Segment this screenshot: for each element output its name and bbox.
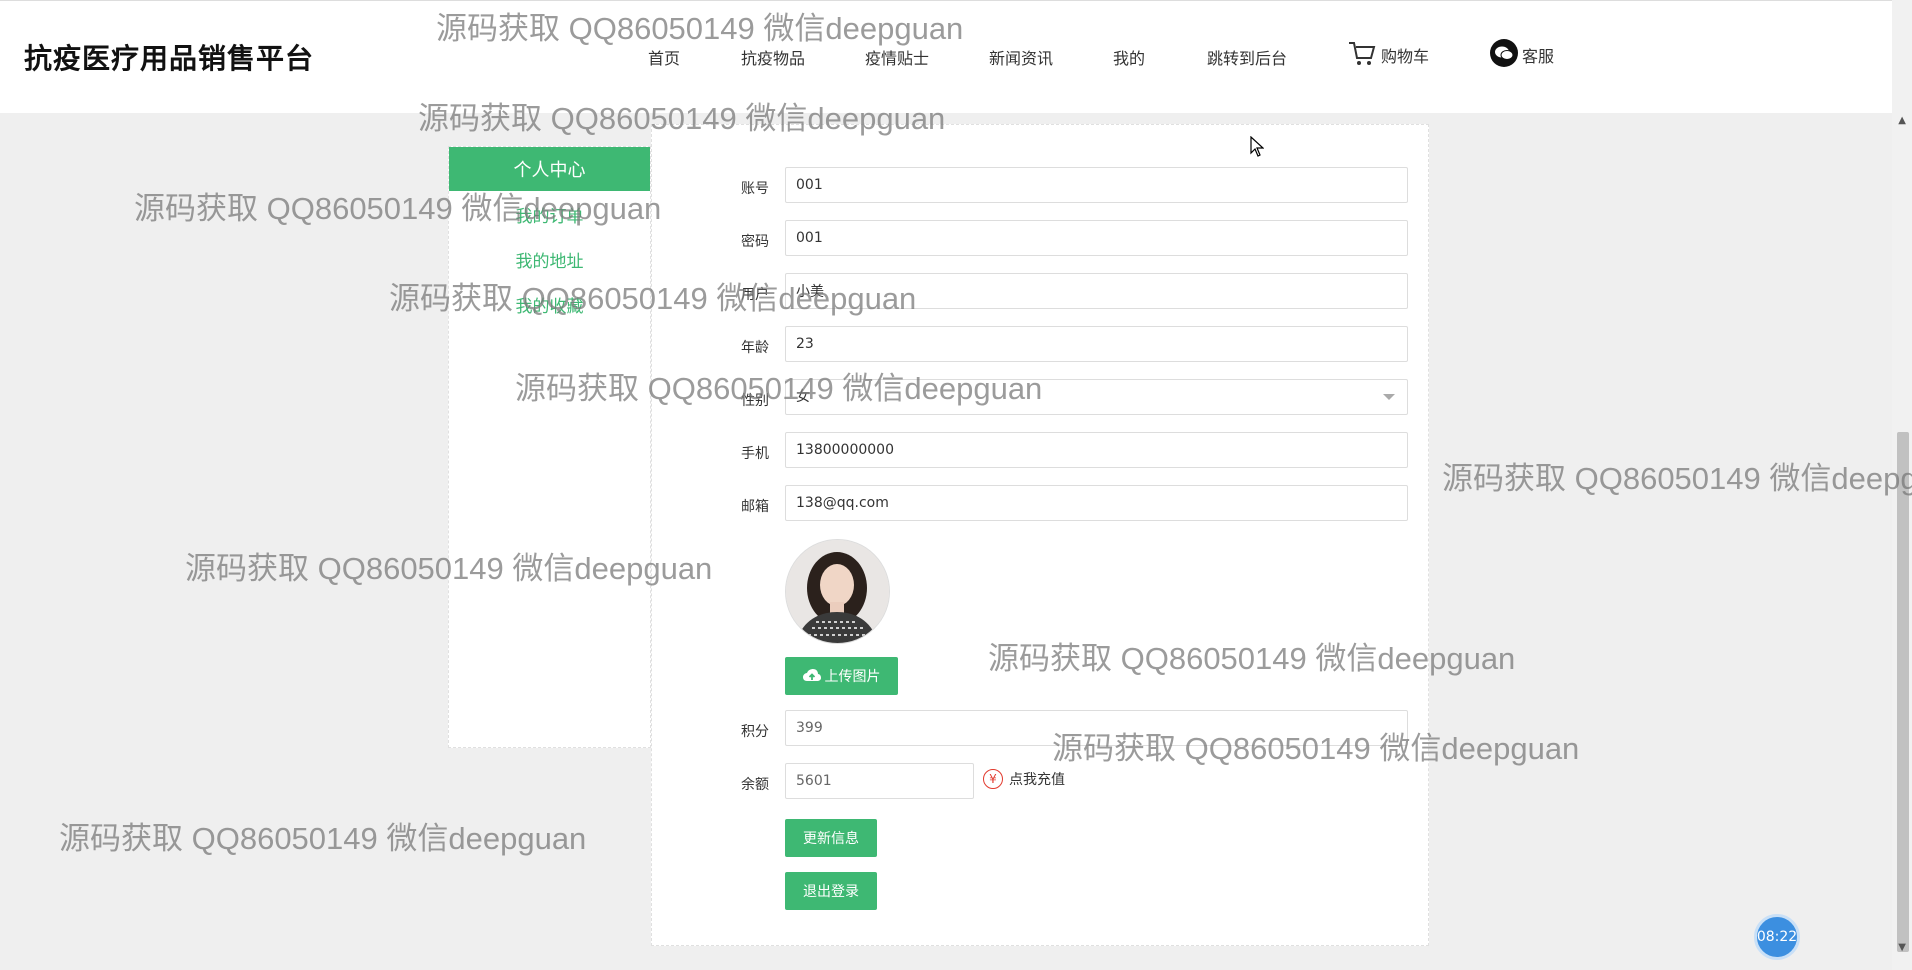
cart-icon	[1349, 42, 1376, 65]
sidebar-item-address[interactable]: 我的地址	[449, 247, 650, 272]
sidebar-item-orders[interactable]: 我的订单	[449, 202, 650, 227]
watermark: 源码获取 QQ86050149 微信deepguan	[59, 821, 587, 856]
site-brand[interactable]: 抗疫医疗用品销售平台	[24, 37, 314, 77]
account-label: 账号	[741, 181, 769, 197]
scroll-thumb[interactable]	[1897, 432, 1909, 952]
nav-mine[interactable]: 我的	[1113, 45, 1145, 69]
gender-select[interactable]: 女	[785, 379, 1408, 415]
scroll-up-arrow-icon[interactable]: ▲	[1898, 115, 1906, 126]
avatar	[785, 539, 890, 644]
gender-value: 女	[796, 389, 810, 405]
username-input[interactable]	[785, 273, 1408, 309]
recharge-link[interactable]: ¥ 点我充值	[983, 769, 1065, 789]
balance-input	[785, 763, 974, 799]
sidebar-item-favorites[interactable]: 我的收藏	[449, 292, 650, 317]
points-input	[785, 710, 1408, 746]
password-label: 密码	[741, 234, 769, 250]
phone-label: 手机	[741, 446, 769, 462]
nav-home[interactable]: 首页	[648, 45, 680, 69]
age-label: 年龄	[741, 340, 769, 356]
personal-sidebar: 个人中心 我的订单 我的地址 我的收藏	[448, 146, 651, 748]
gender-label: 性别	[741, 393, 769, 409]
logout-button[interactable]: 退出登录	[785, 872, 877, 910]
username-label: 用户	[741, 287, 769, 303]
watermark: 源码获取 QQ86050149 微信deepguan	[1442, 461, 1912, 496]
upload-image-button[interactable]: 上传图片	[785, 657, 898, 695]
balance-label: 余额	[741, 777, 769, 793]
wechat-icon	[1490, 39, 1518, 67]
profile-form-panel: 账号 密码 用户 年龄 性别 女 手机 邮箱 上传图片 积分 余额 ¥	[651, 124, 1429, 946]
nav-cart-label: 购物车	[1381, 47, 1430, 66]
email-input[interactable]	[785, 485, 1408, 521]
mouse-cursor-icon	[1250, 136, 1264, 157]
scroll-down-arrow-icon[interactable]: ▼	[1898, 942, 1906, 953]
account-input[interactable]	[785, 167, 1408, 203]
age-input[interactable]	[785, 326, 1408, 362]
floating-clock-badge[interactable]: 08:22	[1754, 914, 1800, 960]
password-input[interactable]	[785, 220, 1408, 256]
top-navbar: 抗疫医疗用品销售平台 首页 抗疫物品 疫情贴士 新闻资讯 我的 跳转到后台 购物…	[0, 0, 1892, 113]
email-label: 邮箱	[741, 499, 769, 515]
upload-image-label: 上传图片	[824, 669, 881, 685]
recharge-label: 点我充值	[1009, 772, 1065, 788]
nav-cart[interactable]: 购物车	[1347, 39, 1429, 67]
nav-admin[interactable]: 跳转到后台	[1207, 45, 1287, 69]
sidebar-title[interactable]: 个人中心	[449, 147, 650, 191]
points-label: 积分	[741, 724, 769, 740]
nav-news[interactable]: 新闻资讯	[989, 45, 1053, 69]
chevron-down-icon	[1383, 394, 1395, 400]
nav-service[interactable]: 客服	[1490, 39, 1554, 67]
nav-tips[interactable]: 疫情贴士	[865, 45, 929, 69]
nav-service-label: 客服	[1522, 47, 1555, 66]
update-info-button[interactable]: 更新信息	[785, 819, 877, 857]
phone-input[interactable]	[785, 432, 1408, 468]
nav-products[interactable]: 抗疫物品	[741, 45, 805, 69]
cloud-upload-icon	[802, 669, 821, 681]
page-scrollbar[interactable]: ▲ ▼	[1892, 0, 1912, 970]
yen-icon: ¥	[983, 769, 1003, 789]
